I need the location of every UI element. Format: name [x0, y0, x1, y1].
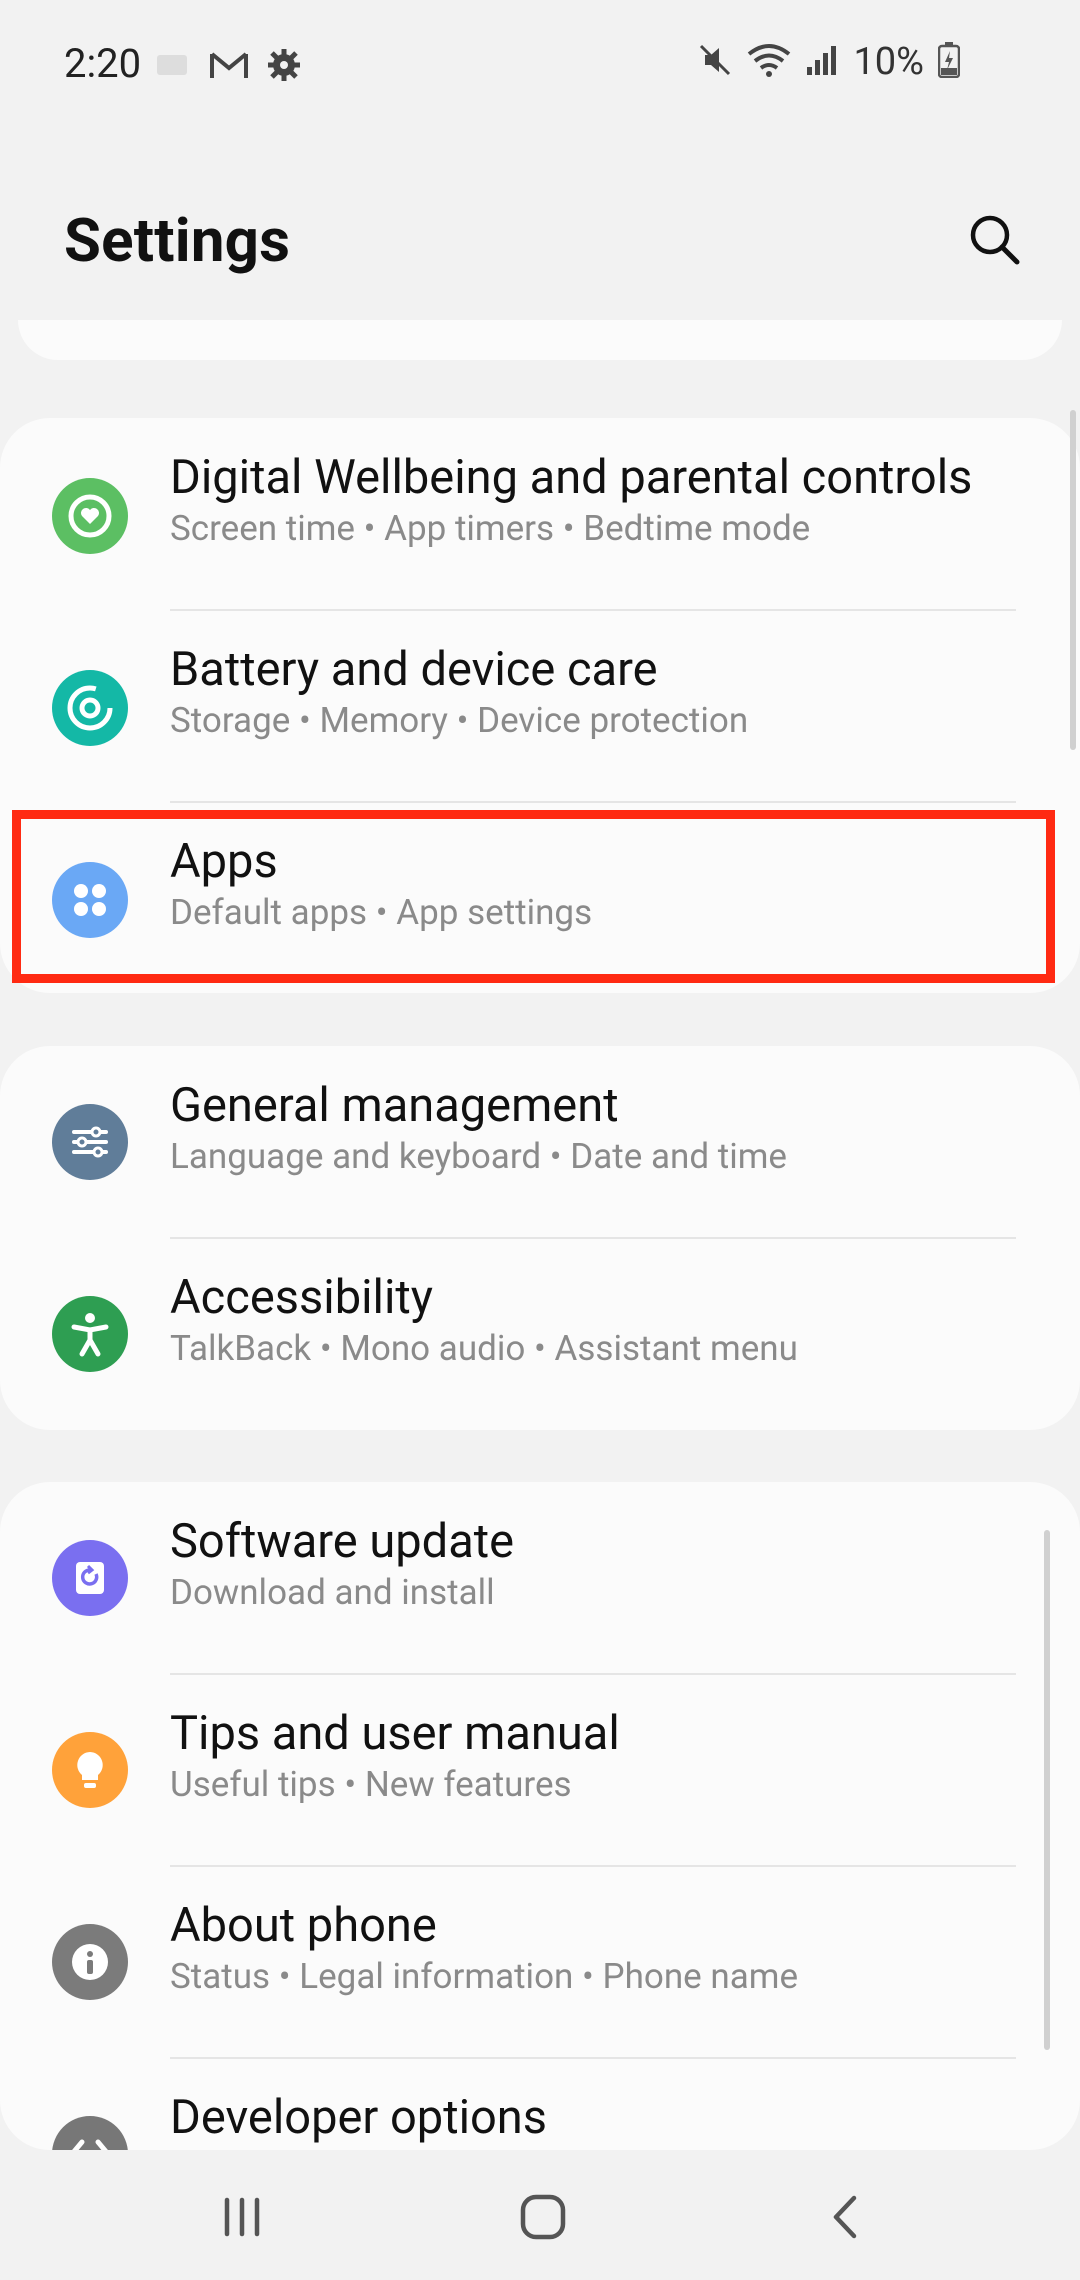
gmail-icon: [209, 50, 249, 84]
scrollbar[interactable]: [1044, 1530, 1050, 2050]
home-icon: [520, 2194, 566, 2240]
software-update-icon: [52, 1540, 128, 1616]
menu-item-digital-wellbeing[interactable]: Digital Wellbeing and parental controls …: [0, 418, 1080, 610]
about-phone-icon: [52, 1924, 128, 2000]
device-care-icon: [52, 670, 128, 746]
menu-item-title: Digital Wellbeing and parental controls: [170, 450, 973, 505]
search-icon: [970, 215, 1020, 265]
settings-group-3: Software update Download and install Tip…: [0, 1482, 1080, 2150]
menu-item-subtitle: Download and install: [170, 1572, 495, 1613]
home-button[interactable]: [503, 2182, 583, 2252]
settings-group-2: General management Language and keyboard…: [0, 1046, 1080, 1430]
battery-percent: 10%: [853, 40, 924, 84]
menu-item-accessibility[interactable]: Accessibility TalkBack • Mono audio • As…: [0, 1238, 1080, 1430]
general-management-icon: [52, 1104, 128, 1180]
page-title: Settings: [64, 205, 291, 276]
tips-icon: [52, 1732, 128, 1808]
menu-item-software-update[interactable]: Software update Download and install: [0, 1482, 1080, 1674]
menu-item-subtitle: Storage • Memory • Device protection: [170, 700, 749, 741]
mute-icon: [697, 42, 733, 82]
recent-apps-icon: [224, 2197, 260, 2237]
menu-item-title: Tips and user manual: [170, 1706, 620, 1761]
apps-highlight-box: [12, 810, 1055, 983]
menu-item-subtitle: Status • Legal information • Phone name: [170, 1956, 799, 1997]
menu-item-subtitle: TalkBack • Mono audio • Assistant menu: [170, 1328, 798, 1369]
menu-item-about-phone[interactable]: About phone Status • Legal information •…: [0, 1866, 1080, 2058]
menu-item-battery-device-care[interactable]: Battery and device care Storage • Memory…: [0, 610, 1080, 802]
menu-item-general-management[interactable]: General management Language and keyboard…: [0, 1046, 1080, 1238]
signal-icon: [805, 43, 839, 81]
menu-item-title: Developer options: [170, 2090, 548, 2145]
notification-icon: [155, 51, 191, 83]
card-edge-scroll: [1070, 410, 1076, 750]
menu-item-subtitle: Useful tips • New features: [170, 1764, 572, 1805]
back-icon: [833, 2195, 857, 2239]
menu-item-subtitle: Screen time • App timers • Bedtime mode: [170, 508, 811, 549]
menu-item-title: Software update: [170, 1514, 515, 1569]
menu-item-developer-options[interactable]: Developer options: [0, 2058, 1080, 2150]
status-time: 2:20: [64, 40, 142, 87]
status-left-icons: [155, 48, 301, 86]
menu-item-tips-user-manual[interactable]: Tips and user manual Useful tips • New f…: [0, 1674, 1080, 1866]
menu-item-subtitle: Language and keyboard • Date and time: [170, 1136, 787, 1177]
wifi-icon: [747, 42, 791, 82]
menu-item-title: Battery and device care: [170, 642, 658, 697]
status-bar: 2:20 10%: [0, 0, 1080, 130]
navigation-bar: [0, 2150, 1080, 2280]
menu-item-title: General management: [170, 1078, 619, 1133]
accessibility-icon: [52, 1296, 128, 1372]
back-button[interactable]: [807, 2182, 887, 2252]
status-right-icons: 10%: [697, 40, 961, 84]
menu-item-title: About phone: [170, 1898, 437, 1953]
developer-options-icon: [52, 2116, 128, 2150]
battery-charging-icon: [937, 42, 961, 82]
previous-card-bottom: [18, 320, 1062, 360]
search-button[interactable]: [965, 210, 1025, 270]
settings-gear-icon: [267, 48, 301, 86]
recent-apps-button[interactable]: [202, 2182, 282, 2252]
digital-wellbeing-icon: [52, 478, 128, 554]
menu-item-title: Accessibility: [170, 1270, 434, 1325]
